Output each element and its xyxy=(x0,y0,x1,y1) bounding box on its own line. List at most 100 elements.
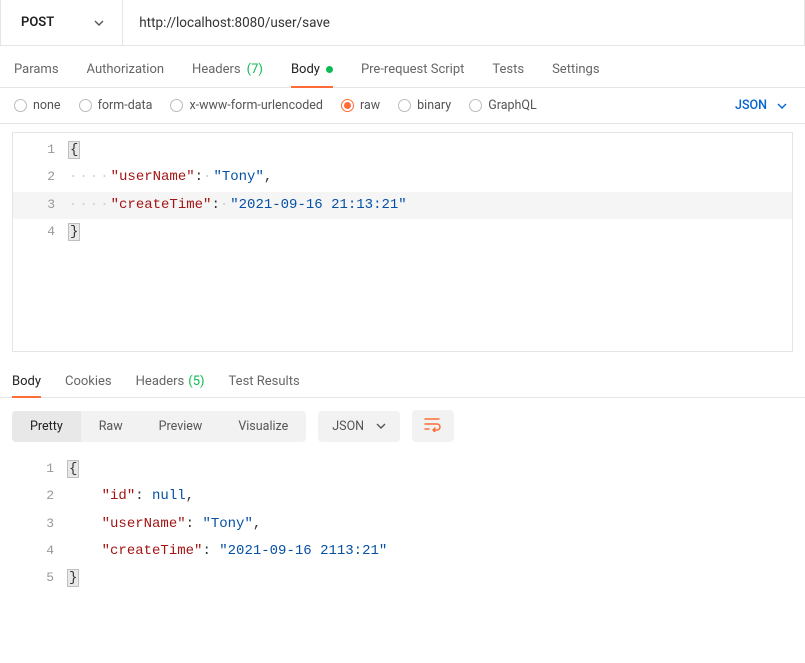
chevron-down-icon xyxy=(376,421,386,431)
resp-line-4: "createTime": "2021-09-16 2113:21" xyxy=(68,538,793,565)
json-key: "createTime" xyxy=(111,197,212,213)
line-number: 2 xyxy=(13,164,69,191)
tab-headers-label: Headers xyxy=(192,62,241,77)
body-type-urlencoded-label: x-www-form-urlencoded xyxy=(189,98,323,113)
view-mode-pretty[interactable]: Pretty xyxy=(12,411,81,442)
tab-params-label: Params xyxy=(14,62,59,77)
tab-prerequest[interactable]: Pre-request Script xyxy=(361,62,464,87)
code-line-4: } xyxy=(69,219,792,246)
json-key: "id" xyxy=(102,488,136,504)
radio-icon xyxy=(398,99,411,112)
tab-settings[interactable]: Settings xyxy=(552,62,599,87)
response-tabs: Body Cookies Headers (5) Test Results xyxy=(0,352,805,398)
body-type-binary-label: binary xyxy=(417,98,451,113)
response-tab-headers-label: Headers xyxy=(136,374,185,389)
resp-line-2: "id": null, xyxy=(68,483,793,510)
body-type-formdata[interactable]: form-data xyxy=(79,98,153,113)
body-type-raw-label: raw xyxy=(360,98,380,113)
body-type-row: none form-data x-www-form-urlencoded raw… xyxy=(0,88,805,124)
tab-prerequest-label: Pre-request Script xyxy=(361,62,464,77)
json-value: "Tony" xyxy=(202,516,252,532)
wrap-icon xyxy=(424,416,442,436)
http-method-selector[interactable]: POST xyxy=(1,0,123,45)
code-line-3: ····"createTime":·"2021-09-16 21:13:21" xyxy=(69,192,792,219)
response-tab-body[interactable]: Body xyxy=(12,374,41,397)
response-tab-cookies-label: Cookies xyxy=(65,374,112,389)
response-tab-headers[interactable]: Headers (5) xyxy=(136,374,205,397)
body-type-binary[interactable]: binary xyxy=(398,98,451,113)
radio-checked-icon xyxy=(341,99,354,112)
json-key: "createTime" xyxy=(102,543,203,559)
view-mode-visualize-label: Visualize xyxy=(238,419,288,434)
brace-close: } xyxy=(68,570,78,586)
line-number: 5 xyxy=(12,565,68,592)
json-value: "2021-09-16 21:13:21" xyxy=(230,197,406,213)
radio-icon xyxy=(170,99,183,112)
response-view-row: Pretty Raw Preview Visualize JSON xyxy=(0,398,805,448)
tab-authorization[interactable]: Authorization xyxy=(87,62,165,87)
brace-open: { xyxy=(69,142,79,158)
json-key: "userName" xyxy=(111,169,195,185)
line-number: 1 xyxy=(12,456,68,483)
radio-icon xyxy=(14,99,27,112)
wrap-lines-button[interactable] xyxy=(412,410,454,442)
tab-tests[interactable]: Tests xyxy=(492,62,524,87)
line-number: 4 xyxy=(13,219,69,246)
response-tab-testresults-label: Test Results xyxy=(229,374,300,389)
request-url-text: http://localhost:8080/user/save xyxy=(139,15,330,31)
resp-line-5: } xyxy=(68,565,793,592)
brace-close: } xyxy=(69,224,79,240)
body-type-none[interactable]: none xyxy=(14,98,61,113)
request-url-bar: POST http://localhost:8080/user/save xyxy=(0,0,805,46)
view-mode-pretty-label: Pretty xyxy=(30,419,63,434)
response-tab-headers-count: (5) xyxy=(188,374,204,389)
resp-line-3: "userName": "Tony", xyxy=(68,511,793,538)
body-type-urlencoded[interactable]: x-www-form-urlencoded xyxy=(170,98,323,113)
json-value: "2021-09-16 2113:21" xyxy=(219,543,387,559)
view-mode-preview[interactable]: Preview xyxy=(141,411,221,442)
tab-headers-count: (7) xyxy=(247,62,263,77)
tab-authorization-label: Authorization xyxy=(87,62,165,77)
request-tabs: Params Authorization Headers (7) Body Pr… xyxy=(0,46,805,88)
response-tab-body-label: Body xyxy=(12,374,41,389)
tab-body-label: Body xyxy=(291,62,320,77)
json-key: "userName" xyxy=(102,516,186,532)
view-mode-visualize[interactable]: Visualize xyxy=(220,411,306,442)
response-tab-testresults[interactable]: Test Results xyxy=(229,374,300,397)
http-method-label: POST xyxy=(21,15,54,30)
view-mode-raw-label: Raw xyxy=(99,419,123,434)
dot-indicator-icon xyxy=(326,66,333,73)
line-number: 3 xyxy=(12,511,68,538)
tab-headers[interactable]: Headers (7) xyxy=(192,62,263,87)
body-language-label: JSON xyxy=(735,98,767,113)
json-value: "Tony" xyxy=(213,169,263,185)
line-number: 4 xyxy=(12,538,68,565)
body-type-graphql[interactable]: GraphQL xyxy=(469,98,537,113)
json-value: null xyxy=(152,488,186,504)
request-body-editor[interactable]: 1 { 2 ····"userName":·"Tony", 3 ····"cre… xyxy=(12,132,793,352)
response-body-editor[interactable]: 1 { 2 "id": null, 3 "userName": "Tony", … xyxy=(12,452,793,592)
body-language-selector[interactable]: JSON xyxy=(735,98,791,113)
line-number: 2 xyxy=(12,483,68,510)
request-url-input[interactable]: http://localhost:8080/user/save xyxy=(123,0,804,45)
code-line-1: { xyxy=(69,137,792,164)
response-tab-cookies[interactable]: Cookies xyxy=(65,374,112,397)
view-mode-raw[interactable]: Raw xyxy=(81,411,141,442)
body-type-raw[interactable]: raw xyxy=(341,98,380,113)
line-number: 1 xyxy=(13,137,69,164)
view-mode-preview-label: Preview xyxy=(159,419,203,434)
response-language-label: JSON xyxy=(332,419,364,434)
brace-open: { xyxy=(68,461,78,477)
chevron-down-icon xyxy=(777,101,787,111)
radio-icon xyxy=(79,99,92,112)
response-language-selector[interactable]: JSON xyxy=(318,411,400,442)
body-type-none-label: none xyxy=(33,98,61,113)
view-mode-segmented: Pretty Raw Preview Visualize xyxy=(12,411,306,442)
tab-body[interactable]: Body xyxy=(291,62,333,87)
tab-params[interactable]: Params xyxy=(14,62,59,87)
body-type-graphql-label: GraphQL xyxy=(488,98,537,113)
line-number: 3 xyxy=(13,192,69,219)
resp-line-1: { xyxy=(68,456,793,483)
code-line-2: ····"userName":·"Tony", xyxy=(69,164,792,191)
chevron-down-icon xyxy=(94,18,104,28)
